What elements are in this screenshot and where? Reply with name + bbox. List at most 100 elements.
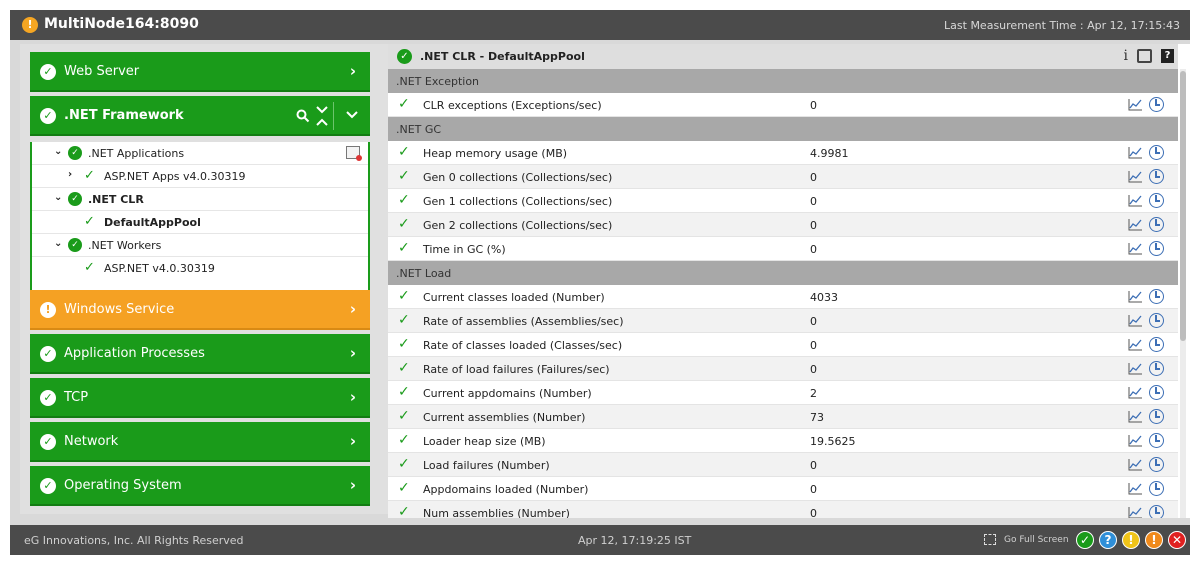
graph-icon[interactable] xyxy=(1128,458,1143,471)
check-icon: ✓ xyxy=(398,168,410,184)
history-icon[interactable] xyxy=(1149,145,1164,160)
graph-icon[interactable] xyxy=(1128,386,1143,399)
history-icon[interactable] xyxy=(1149,505,1164,518)
measure-row[interactable]: ✓ Load failures (Number) 0 xyxy=(388,453,1178,477)
chevron-right-icon[interactable]: › xyxy=(68,169,72,180)
info-icon[interactable]: i xyxy=(1124,48,1128,64)
chevron-down-icon[interactable]: ⌄ xyxy=(54,238,62,249)
graph-icon[interactable] xyxy=(1128,218,1143,231)
measure-value: 0 xyxy=(810,459,817,472)
tree-item-aspnet-apps[interactable]: › ✓ ASP.NET Apps v4.0.30319 xyxy=(32,165,368,188)
tree-item-aspnet-worker[interactable]: ✓ ASP.NET v4.0.30319 xyxy=(32,257,368,280)
measure-row[interactable]: ✓ Gen 1 collections (Collections/sec) 0 xyxy=(388,189,1178,213)
full-screen-button[interactable]: Go Full Screen xyxy=(1004,535,1069,545)
graph-icon[interactable] xyxy=(1128,482,1143,495)
collapse-icon[interactable] xyxy=(316,106,328,126)
measure-row[interactable]: ✓ Current appdomains (Number) 2 xyxy=(388,381,1178,405)
history-icon[interactable] xyxy=(1149,241,1164,256)
graph-icon[interactable] xyxy=(1128,146,1143,159)
status-unknown-icon[interactable]: ? xyxy=(1099,531,1117,549)
scrollbar[interactable] xyxy=(1180,69,1186,518)
measure-row[interactable]: ✓ Num assemblies (Number) 0 xyxy=(388,501,1178,518)
full-screen-icon[interactable] xyxy=(984,534,996,545)
graph-icon[interactable] xyxy=(1128,290,1143,303)
graph-icon[interactable] xyxy=(1128,194,1143,207)
measure-row[interactable]: ✓ Time in GC (%) 0 xyxy=(388,237,1178,261)
measure-row[interactable]: ✓ CLR exceptions (Exceptions/sec) 0 xyxy=(388,93,1178,117)
history-icon[interactable] xyxy=(1149,481,1164,496)
graph-icon[interactable] xyxy=(1128,434,1143,447)
measure-name: Gen 1 collections (Collections/sec) xyxy=(423,195,613,208)
measure-row[interactable]: ✓ Appdomains loaded (Number) 0 xyxy=(388,477,1178,501)
measure-name: CLR exceptions (Exceptions/sec) xyxy=(423,99,602,112)
measure-row[interactable]: ✓ Gen 0 collections (Collections/sec) 0 xyxy=(388,165,1178,189)
tree-item-dotnet-workers[interactable]: ⌄ ✓ .NET Workers xyxy=(32,234,368,257)
history-icon[interactable] xyxy=(1149,193,1164,208)
check-icon: ✓ xyxy=(84,260,95,275)
tree-item-defaultapppool[interactable]: ✓ DefaultAppPool xyxy=(32,211,368,234)
sidebar-item-tcp[interactable]: ✓ TCP › xyxy=(30,378,370,418)
tree-item-dotnet-clr[interactable]: ⌄ ✓ .NET CLR xyxy=(32,188,368,211)
check-icon: ✓ xyxy=(398,312,410,328)
graph-icon[interactable] xyxy=(1128,362,1143,375)
check-icon: ✓ xyxy=(398,216,410,232)
sidebar-item-web-server[interactable]: ✓ Web Server › xyxy=(30,52,370,92)
monitor-window: ! MultiNode164:8090 Last Measurement Tim… xyxy=(10,10,1190,555)
chevron-right-icon: › xyxy=(349,62,356,80)
history-icon[interactable] xyxy=(1149,169,1164,184)
graph-icon[interactable] xyxy=(1128,410,1143,423)
history-icon[interactable] xyxy=(1149,97,1164,112)
history-icon[interactable] xyxy=(1149,433,1164,448)
chevron-down-icon[interactable]: ⌄ xyxy=(54,146,62,157)
measure-row[interactable]: ✓ Heap memory usage (MB) 4.9981 xyxy=(388,141,1178,165)
help-icon[interactable]: ? xyxy=(1161,49,1174,63)
history-icon[interactable] xyxy=(1149,313,1164,328)
status-ok-icon[interactable]: ✓ xyxy=(1076,531,1094,549)
sidebar-item-application-processes[interactable]: ✓ Application Processes › xyxy=(30,334,370,374)
status-minor-icon[interactable]: ! xyxy=(1122,531,1140,549)
measure-row[interactable]: ✓ Current assemblies (Number) 73 xyxy=(388,405,1178,429)
check-icon: ✓ xyxy=(40,108,56,124)
sidebar-item-dotnet-framework[interactable]: ✓ .NET Framework xyxy=(30,96,370,136)
tree-item-label: DefaultAppPool xyxy=(104,216,201,229)
tree-item-dotnet-applications[interactable]: ⌄ ✓ .NET Applications xyxy=(32,142,368,165)
history-icon[interactable] xyxy=(1149,361,1164,376)
graph-icon[interactable] xyxy=(1128,506,1143,518)
history-icon[interactable] xyxy=(1149,289,1164,304)
scrollbar-thumb[interactable] xyxy=(1180,71,1186,341)
sidebar-item-label: Network xyxy=(64,434,119,449)
detach-icon[interactable] xyxy=(1137,49,1152,63)
graph-icon[interactable] xyxy=(1128,98,1143,111)
graph-icon[interactable] xyxy=(1128,170,1143,183)
status-critical-icon[interactable]: ✕ xyxy=(1168,531,1186,549)
history-icon[interactable] xyxy=(1149,457,1164,472)
edit-icon[interactable] xyxy=(346,146,362,161)
window-title: MultiNode164:8090 xyxy=(44,16,199,32)
measure-row[interactable]: ✓ Current classes loaded (Number) 4033 xyxy=(388,285,1178,309)
measure-row[interactable]: ✓ Gen 2 collections (Collections/sec) 0 xyxy=(388,213,1178,237)
history-icon[interactable] xyxy=(1149,409,1164,424)
measure-value: 0 xyxy=(810,219,817,232)
history-icon[interactable] xyxy=(1149,217,1164,232)
graph-icon[interactable] xyxy=(1128,242,1143,255)
search-icon[interactable] xyxy=(296,109,310,123)
sidebar-item-operating-system[interactable]: ✓ Operating System › xyxy=(30,466,370,506)
measure-name: Load failures (Number) xyxy=(423,459,550,472)
sidebar-item-windows-service[interactable]: ! Windows Service › xyxy=(30,290,370,330)
history-icon[interactable] xyxy=(1149,337,1164,352)
chevron-down-icon[interactable]: ⌄ xyxy=(54,192,62,203)
measure-row[interactable]: ✓ Loader heap size (MB) 19.5625 xyxy=(388,429,1178,453)
graph-icon[interactable] xyxy=(1128,338,1143,351)
chevron-down-icon[interactable] xyxy=(346,111,358,119)
graph-icon[interactable] xyxy=(1128,314,1143,327)
sidebar-item-network[interactable]: ✓ Network › xyxy=(30,422,370,462)
warning-icon: ! xyxy=(22,17,38,33)
measure-row[interactable]: ✓ Rate of load failures (Failures/sec) 0 xyxy=(388,357,1178,381)
history-icon[interactable] xyxy=(1149,385,1164,400)
measure-row[interactable]: ✓ Rate of classes loaded (Classes/sec) 0 xyxy=(388,333,1178,357)
separator xyxy=(333,102,334,130)
chevron-right-icon: › xyxy=(349,476,356,494)
measure-row[interactable]: ✓ Rate of assemblies (Assemblies/sec) 0 xyxy=(388,309,1178,333)
status-major-icon[interactable]: ! xyxy=(1145,531,1163,549)
measure-value: 0 xyxy=(810,507,817,518)
